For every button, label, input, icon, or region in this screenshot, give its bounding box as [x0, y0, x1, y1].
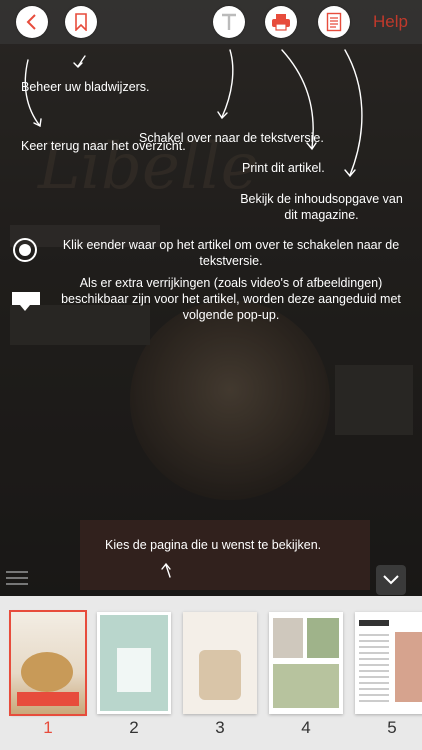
page-thumbnail-1[interactable]	[9, 610, 87, 716]
cover-banner	[17, 692, 79, 706]
popup-icon	[12, 292, 40, 311]
page-thumb-image	[199, 650, 241, 700]
chevron-down-icon	[383, 575, 399, 585]
page-thumbnail-2[interactable]	[97, 612, 171, 714]
bookmark-icon	[75, 13, 87, 31]
page-thumb-image	[307, 618, 339, 658]
tip-extras: Als er extra verrijkingen (zoals video's…	[61, 276, 401, 322]
page-number[interactable]: 3	[183, 718, 257, 738]
contents-button[interactable]	[318, 6, 350, 38]
tip-bookmarks: Beheer uw bladwijzers.	[21, 80, 150, 94]
page-number[interactable]: 1	[11, 718, 85, 738]
page-thumb-text	[359, 634, 389, 704]
page-thumb-image	[273, 664, 339, 708]
text-icon	[222, 13, 236, 30]
page-number[interactable]: 4	[269, 718, 343, 738]
tip-print: Print dit artikel.	[242, 161, 325, 175]
toolbar: Help	[0, 0, 422, 44]
collapse-strip-button[interactable]	[376, 565, 406, 595]
page-thumb-image	[117, 648, 151, 692]
document-list-icon	[326, 12, 342, 32]
page-number[interactable]: 5	[355, 718, 422, 738]
page-thumbnail-4[interactable]	[269, 612, 343, 714]
tip-text-version: Schakel over naar de tekstversie.	[139, 131, 324, 145]
printer-icon	[272, 14, 290, 31]
chevron-left-icon	[26, 14, 36, 30]
tip-choose-page: Kies de pagina die u wenst te bekijken.	[105, 538, 322, 552]
help-link[interactable]: Help	[373, 12, 408, 32]
menu-icon[interactable]	[6, 567, 28, 589]
print-button[interactable]	[265, 6, 297, 38]
tip-contents: Bekijk de inhoudsopgave van dit magazine…	[240, 192, 403, 222]
page-thumb-image	[273, 618, 303, 658]
back-button[interactable]	[16, 6, 48, 38]
pancake-thumb	[21, 652, 73, 692]
tap-indicator-icon	[13, 238, 37, 262]
text-version-button[interactable]	[213, 6, 245, 38]
page-thumb-image	[395, 632, 422, 702]
page-number[interactable]: 2	[97, 718, 171, 738]
page-thumbnail-3[interactable]	[183, 612, 257, 714]
tip-tap-article: Klik eender waar op het artikel om over …	[62, 238, 400, 268]
page-thumbnail-strip: 1 2 3 4 5	[0, 596, 422, 750]
page-thumbnail-5[interactable]	[355, 612, 422, 714]
bookmark-button[interactable]	[65, 6, 97, 38]
page-thumb-title	[359, 620, 389, 626]
